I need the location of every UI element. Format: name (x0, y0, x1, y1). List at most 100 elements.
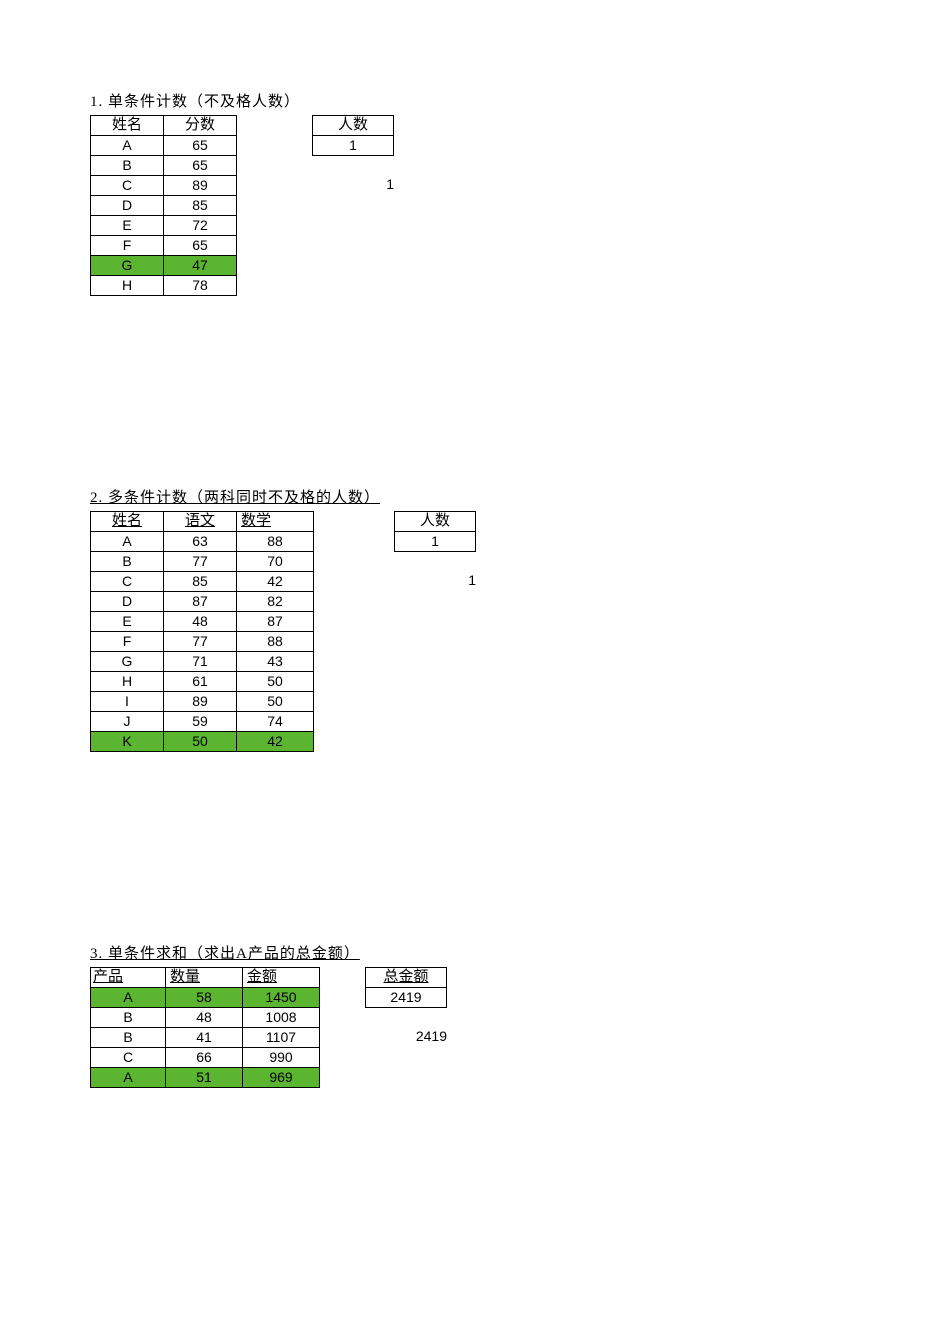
result-value: 1 (313, 136, 394, 156)
cell-chinese: 59 (164, 712, 237, 732)
cell-amount: 1107 (243, 1028, 320, 1048)
cell-math: 42 (237, 732, 314, 752)
cell-product: B (91, 1028, 166, 1048)
cell-math: 42 (237, 572, 314, 592)
section-3-table: 产品 数量 金额 A581450B481008B411107C66990A519… (90, 967, 320, 1088)
cell-chinese: 61 (164, 672, 237, 692)
cell-name: G (91, 256, 164, 276)
cell-score: 65 (164, 236, 237, 256)
cell-amount: 1008 (243, 1008, 320, 1028)
result-header: 人数 (395, 512, 476, 532)
table-header-row: 姓名 语文 数学 (91, 512, 314, 532)
cell-product: A (91, 988, 166, 1008)
table-row: A6388 (91, 532, 314, 552)
cell-amount: 1450 (243, 988, 320, 1008)
cell-name: E (91, 216, 164, 236)
section-3-result-table: 总金额 2419 (365, 967, 447, 1008)
result-value: 2419 (366, 988, 447, 1008)
cell-qty: 51 (166, 1068, 243, 1088)
cell-math: 74 (237, 712, 314, 732)
cell-math: 50 (237, 672, 314, 692)
section-3-title: 3. 单条件求和（求出A产品的总金额） (90, 942, 890, 963)
cell-math: 70 (237, 552, 314, 572)
cell-amount: 969 (243, 1068, 320, 1088)
result-value: 1 (395, 532, 476, 552)
cell-qty: 48 (166, 1008, 243, 1028)
table-row: E72 (91, 216, 237, 236)
cell-qty: 58 (166, 988, 243, 1008)
cell-score: 89 (164, 176, 237, 196)
table-row: A65 (91, 136, 237, 156)
table-row: C8542 (91, 572, 314, 592)
cell-chinese: 77 (164, 552, 237, 572)
section-1-table: 姓名 分数 A65B65C89D85E72F65G47H78 (90, 115, 237, 296)
cell-chinese: 89 (164, 692, 237, 712)
cell-name: F (91, 632, 164, 652)
cell-name: A (91, 532, 164, 552)
cell-name: I (91, 692, 164, 712)
table-row: A51969 (91, 1068, 320, 1088)
table-row: D8782 (91, 592, 314, 612)
col-product: 产品 (91, 968, 166, 988)
table-row: H6150 (91, 672, 314, 692)
cell-math: 88 (237, 632, 314, 652)
cell-score: 72 (164, 216, 237, 236)
cell-product: C (91, 1048, 166, 1068)
section-3-below-value: 2419 (365, 1028, 453, 1044)
table-row: K5042 (91, 732, 314, 752)
section-2-title: 2. 多条件计数（两科同时不及格的人数） (90, 486, 890, 507)
cell-score: 65 (164, 136, 237, 156)
table-row: A581450 (91, 988, 320, 1008)
cell-score: 47 (164, 256, 237, 276)
cell-name: F (91, 236, 164, 256)
section-2-result-table: 人数 1 (394, 511, 476, 552)
cell-qty: 41 (166, 1028, 243, 1048)
cell-math: 50 (237, 692, 314, 712)
table-row: F7788 (91, 632, 314, 652)
table-row: C66990 (91, 1048, 320, 1068)
cell-product: A (91, 1068, 166, 1088)
cell-name: H (91, 672, 164, 692)
table-row: G47 (91, 256, 237, 276)
col-name: 姓名 (91, 116, 164, 136)
cell-name: B (91, 552, 164, 572)
cell-score: 78 (164, 276, 237, 296)
table-row: C89 (91, 176, 237, 196)
table-header-row: 产品 数量 金额 (91, 968, 320, 988)
col-amount: 金额 (243, 968, 320, 988)
table-row: G7143 (91, 652, 314, 672)
col-score: 分数 (164, 116, 237, 136)
table-row: I8950 (91, 692, 314, 712)
section-1-below-value: 1 (312, 176, 400, 192)
section-1: 1. 单条件计数（不及格人数） 姓名 分数 A65B65C89D85E72F65… (90, 90, 890, 296)
cell-name: D (91, 592, 164, 612)
col-math: 数学 (237, 512, 314, 532)
cell-name: A (91, 136, 164, 156)
section-1-title: 1. 单条件计数（不及格人数） (90, 90, 890, 111)
cell-score: 65 (164, 156, 237, 176)
cell-chinese: 50 (164, 732, 237, 752)
cell-name: C (91, 176, 164, 196)
section-2-table: 姓名 语文 数学 A6388B7770C8542D8782E4887F7788G… (90, 511, 314, 752)
cell-chinese: 87 (164, 592, 237, 612)
cell-name: D (91, 196, 164, 216)
table-row: E4887 (91, 612, 314, 632)
table-row: B65 (91, 156, 237, 176)
result-header: 人数 (313, 116, 394, 136)
cell-name: E (91, 612, 164, 632)
cell-name: B (91, 156, 164, 176)
table-header-row: 姓名 分数 (91, 116, 237, 136)
cell-name: C (91, 572, 164, 592)
table-row: B411107 (91, 1028, 320, 1048)
cell-math: 43 (237, 652, 314, 672)
cell-name: G (91, 652, 164, 672)
table-row: B481008 (91, 1008, 320, 1028)
cell-name: J (91, 712, 164, 732)
section-1-result-table: 人数 1 (312, 115, 394, 156)
cell-math: 87 (237, 612, 314, 632)
cell-chinese: 48 (164, 612, 237, 632)
table-row: D85 (91, 196, 237, 216)
cell-score: 85 (164, 196, 237, 216)
cell-math: 88 (237, 532, 314, 552)
col-name: 姓名 (91, 512, 164, 532)
